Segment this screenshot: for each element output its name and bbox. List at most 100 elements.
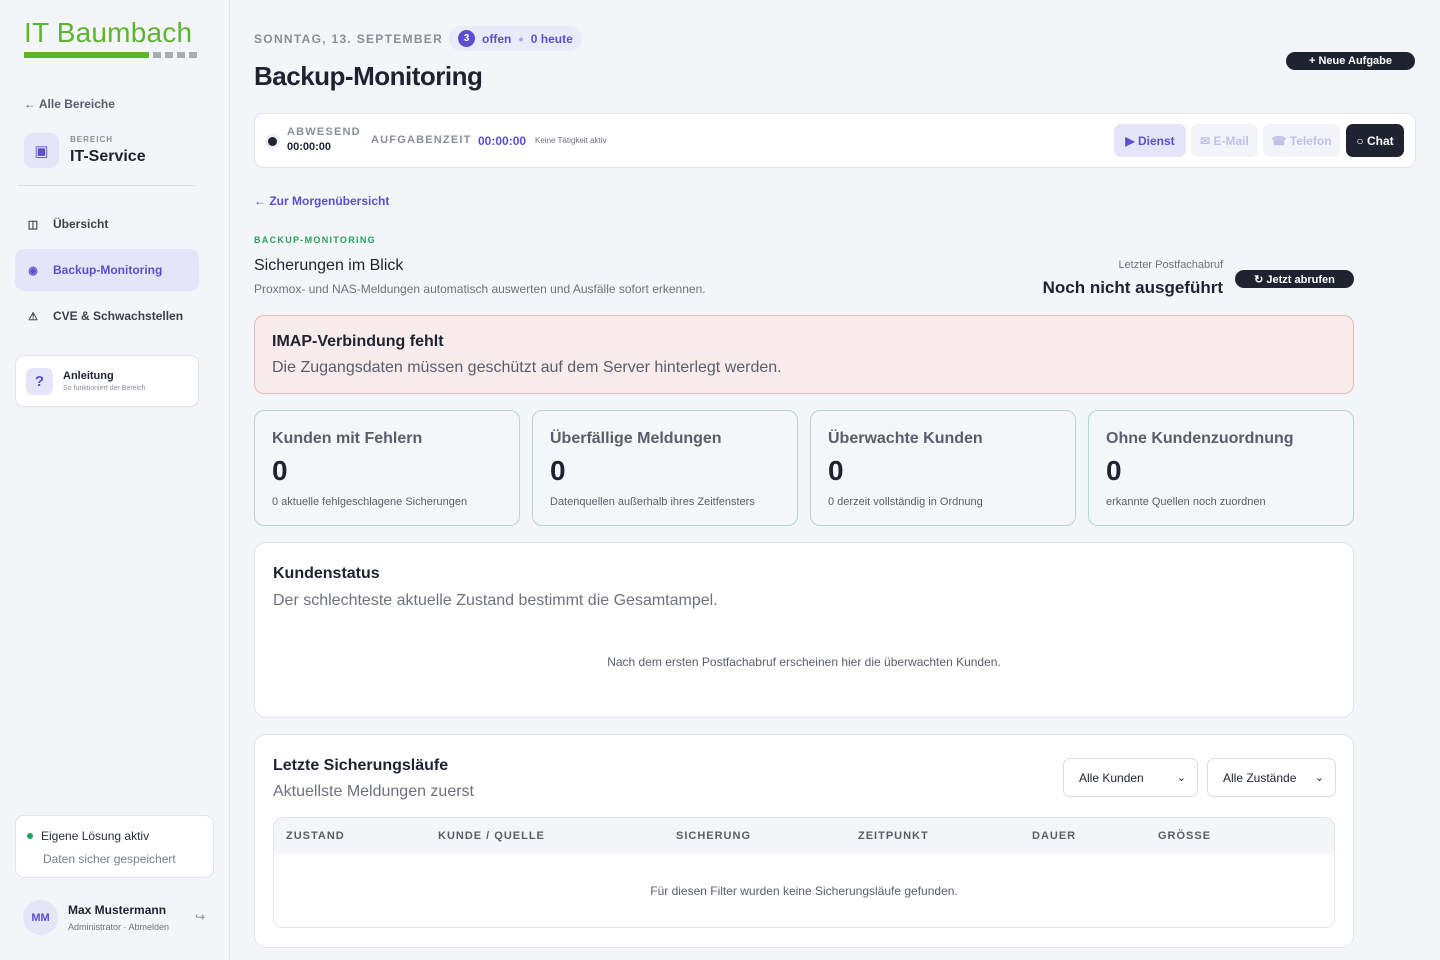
guide-card[interactable]: ? Anleitung So funktioniert der Bereich [15, 355, 199, 407]
kpi-card-overdue-reports: Überfällige Meldungen 0 Datenquellen auß… [532, 410, 798, 526]
task-time-value: 00:00:00 [478, 134, 527, 148]
last-fetch-value: Noch nicht ausgeführt [1042, 278, 1223, 297]
user-role-logout[interactable]: Administrator · Abmelden [68, 922, 169, 932]
sidebar-item-label: CVE & Schwachstellen [53, 309, 184, 323]
user-name: Max Mustermann [68, 903, 167, 917]
open-count-badge: 3 [458, 30, 475, 47]
sidebar-divider [18, 185, 195, 186]
help-icon: ? [26, 367, 53, 395]
kpi-title: Ohne Kundenzuordnung [1106, 430, 1294, 447]
target-icon: ◉ [28, 264, 38, 277]
solution-status-card: Eigene Lösung aktiv Daten sicher gespeic… [15, 815, 214, 878]
status-dot-icon [27, 833, 33, 839]
status-title: Eigene Lösung aktiv [41, 829, 150, 843]
kpi-value: 0 [550, 455, 566, 486]
status-subtitle: Daten sicher gespeichert [43, 852, 176, 866]
customer-status-card: Kundenstatus Der schlechteste aktuelle Z… [254, 542, 1354, 718]
chevron-down-icon: ⌄ [1314, 772, 1324, 784]
task-time-label: AUFGABENZEIT [371, 134, 472, 146]
state-filter-value: Alle Zustände [1223, 770, 1297, 785]
current-date: SONNTAG, 13. SEPTEMBER [254, 32, 444, 46]
imap-alert: IMAP-Verbindung fehlt Die Zugangsdaten m… [254, 315, 1354, 394]
email-button[interactable]: ✉ E-Mail [1191, 124, 1258, 157]
kpi-value: 0 [1106, 455, 1122, 486]
card-title: Kundenstatus [273, 565, 380, 582]
away-status: ABWESEND 00:00:00 [287, 126, 361, 153]
backup-runs-table: ZUSTAND KUNDE / QUELLE SICHERUNG ZEITPUN… [273, 817, 1335, 928]
logout-icon[interactable]: ↪ [195, 910, 205, 924]
area-header: ▣ BEREICH IT-Service [24, 133, 146, 168]
card-title: Letzte Sicherungsläufe [273, 757, 449, 774]
kpi-title: Überwachte Kunden [828, 430, 983, 447]
chat-button[interactable]: ○ Chat [1346, 124, 1404, 157]
today-label: 0 heute [530, 31, 573, 46]
open-label: offen [482, 31, 512, 46]
section-subtitle: Proxmox- und NAS-Meldungen automatisch a… [254, 282, 706, 296]
column-header-backup[interactable]: SICHERUNG [676, 830, 751, 842]
kpi-title: Überfällige Meldungen [550, 430, 722, 447]
last-fetch-label: Letzter Postfachabruf [1118, 259, 1223, 271]
customer-filter-value: Alle Kunden [1079, 770, 1144, 785]
record-status-icon [265, 134, 280, 149]
brand-name: IT Baumbach [24, 17, 193, 48]
back-to-morning-overview-link[interactable]: ← Zur Morgenübersicht [254, 194, 389, 208]
sidebar-item-cve[interactable]: ⚠ CVE & Schwachstellen [15, 295, 199, 337]
section-kicker: BACKUP-MONITORING [254, 235, 376, 245]
brand-logo[interactable]: IT Baumbach [24, 18, 197, 58]
away-time: 00:00:00 [287, 141, 332, 153]
back-to-all-areas-link[interactable]: ← Alle Bereiche [24, 97, 115, 111]
column-header-customer-source[interactable]: KUNDE / QUELLE [438, 830, 545, 842]
grid-icon: ◫ [27, 218, 39, 231]
phone-button[interactable]: ☎ Telefon [1263, 124, 1340, 157]
new-task-button[interactable]: + Neue Aufgabe [1286, 52, 1415, 70]
empty-state-text: Für diesen Filter wurden keine Sicherung… [650, 884, 958, 898]
kpi-subtitle: 0 derzeit vollständig in Ordnung [828, 496, 983, 508]
monitor-icon: ▣ [24, 133, 59, 168]
recent-backup-runs-card: Letzte Sicherungsläufe Aktuellste Meldun… [254, 734, 1354, 948]
column-header-size[interactable]: GRÖSSE [1158, 830, 1211, 842]
kpi-value: 0 [828, 455, 844, 486]
separator-dot: ● [518, 33, 524, 44]
brand-underline [24, 52, 197, 58]
away-label: ABWESEND [287, 126, 361, 138]
column-header-state[interactable]: ZUSTAND [286, 830, 345, 842]
page-title: Backup-Monitoring [254, 61, 483, 91]
dienst-button[interactable]: ▶ Dienst [1114, 124, 1186, 157]
kpi-title: Kunden mit Fehlern [272, 430, 423, 447]
kpi-card-monitored-customers: Überwachte Kunden 0 0 derzeit vollständi… [810, 410, 1076, 526]
sidebar-item-label: Übersicht [53, 217, 109, 231]
fetch-now-button[interactable]: ↻ Jetzt abrufen [1235, 270, 1354, 288]
kpi-subtitle: 0 aktuelle fehlgeschlagene Sicherungen [272, 496, 468, 508]
card-subtitle: Der schlechteste aktuelle Zustand bestim… [273, 592, 718, 609]
task-time-note: Keine Tätigkeit aktiv [535, 136, 607, 145]
alert-text: Die Zugangsdaten müssen geschützt auf de… [272, 359, 782, 376]
time-tracking-bar: ABWESEND 00:00:00 AUFGABENZEIT 00:00:00 … [254, 113, 1416, 168]
column-header-time[interactable]: ZEITPUNKT [858, 830, 929, 842]
area-name: IT-Service [70, 148, 146, 165]
guide-title: Anleitung [63, 370, 114, 382]
alert-title: IMAP-Verbindung fehlt [272, 333, 444, 350]
open-tasks-pill[interactable]: 3 offen ● 0 heute [449, 26, 582, 51]
sidebar-item-overview[interactable]: ◫ Übersicht [15, 203, 199, 245]
chevron-down-icon: ⌄ [1176, 772, 1186, 784]
customer-filter-select[interactable]: Alle Kunden ⌄ [1063, 758, 1198, 797]
sidebar: IT Baumbach ← Alle Bereiche ▣ BEREICH IT… [0, 0, 230, 960]
guide-subtitle: So funktioniert der Bereich [63, 385, 146, 392]
sidebar-item-label: Backup-Monitoring [53, 263, 163, 277]
area-kicker: BEREICH [70, 135, 114, 144]
kpi-value: 0 [272, 455, 288, 486]
kpi-card-customers-with-errors: Kunden mit Fehlern 0 0 aktuelle fehlgesc… [254, 410, 520, 526]
kpi-subtitle: erkannte Quellen noch zuordnen [1106, 496, 1266, 508]
column-header-duration[interactable]: DAUER [1032, 830, 1076, 842]
section-title: Sicherungen im Blick [254, 257, 404, 274]
kpi-subtitle: Datenquellen außerhalb ihres Zeitfenster… [550, 496, 755, 508]
state-filter-select[interactable]: Alle Zustände ⌄ [1207, 758, 1336, 797]
card-subtitle: Aktuellste Meldungen zuerst [273, 783, 474, 800]
empty-state-text: Nach dem ersten Postfachabruf erscheinen… [607, 655, 1001, 669]
user-profile: MM Max Mustermann Administrator · Abmeld… [23, 900, 213, 935]
avatar[interactable]: MM [23, 900, 58, 935]
kpi-card-unassigned-sources: Ohne Kundenzuordnung 0 erkannte Quellen … [1088, 410, 1354, 526]
warning-icon: ⚠ [28, 310, 38, 323]
table-header: ZUSTAND KUNDE / QUELLE SICHERUNG ZEITPUN… [274, 818, 1334, 854]
sidebar-item-backup-monitoring[interactable]: ◉ Backup-Monitoring [15, 249, 199, 291]
